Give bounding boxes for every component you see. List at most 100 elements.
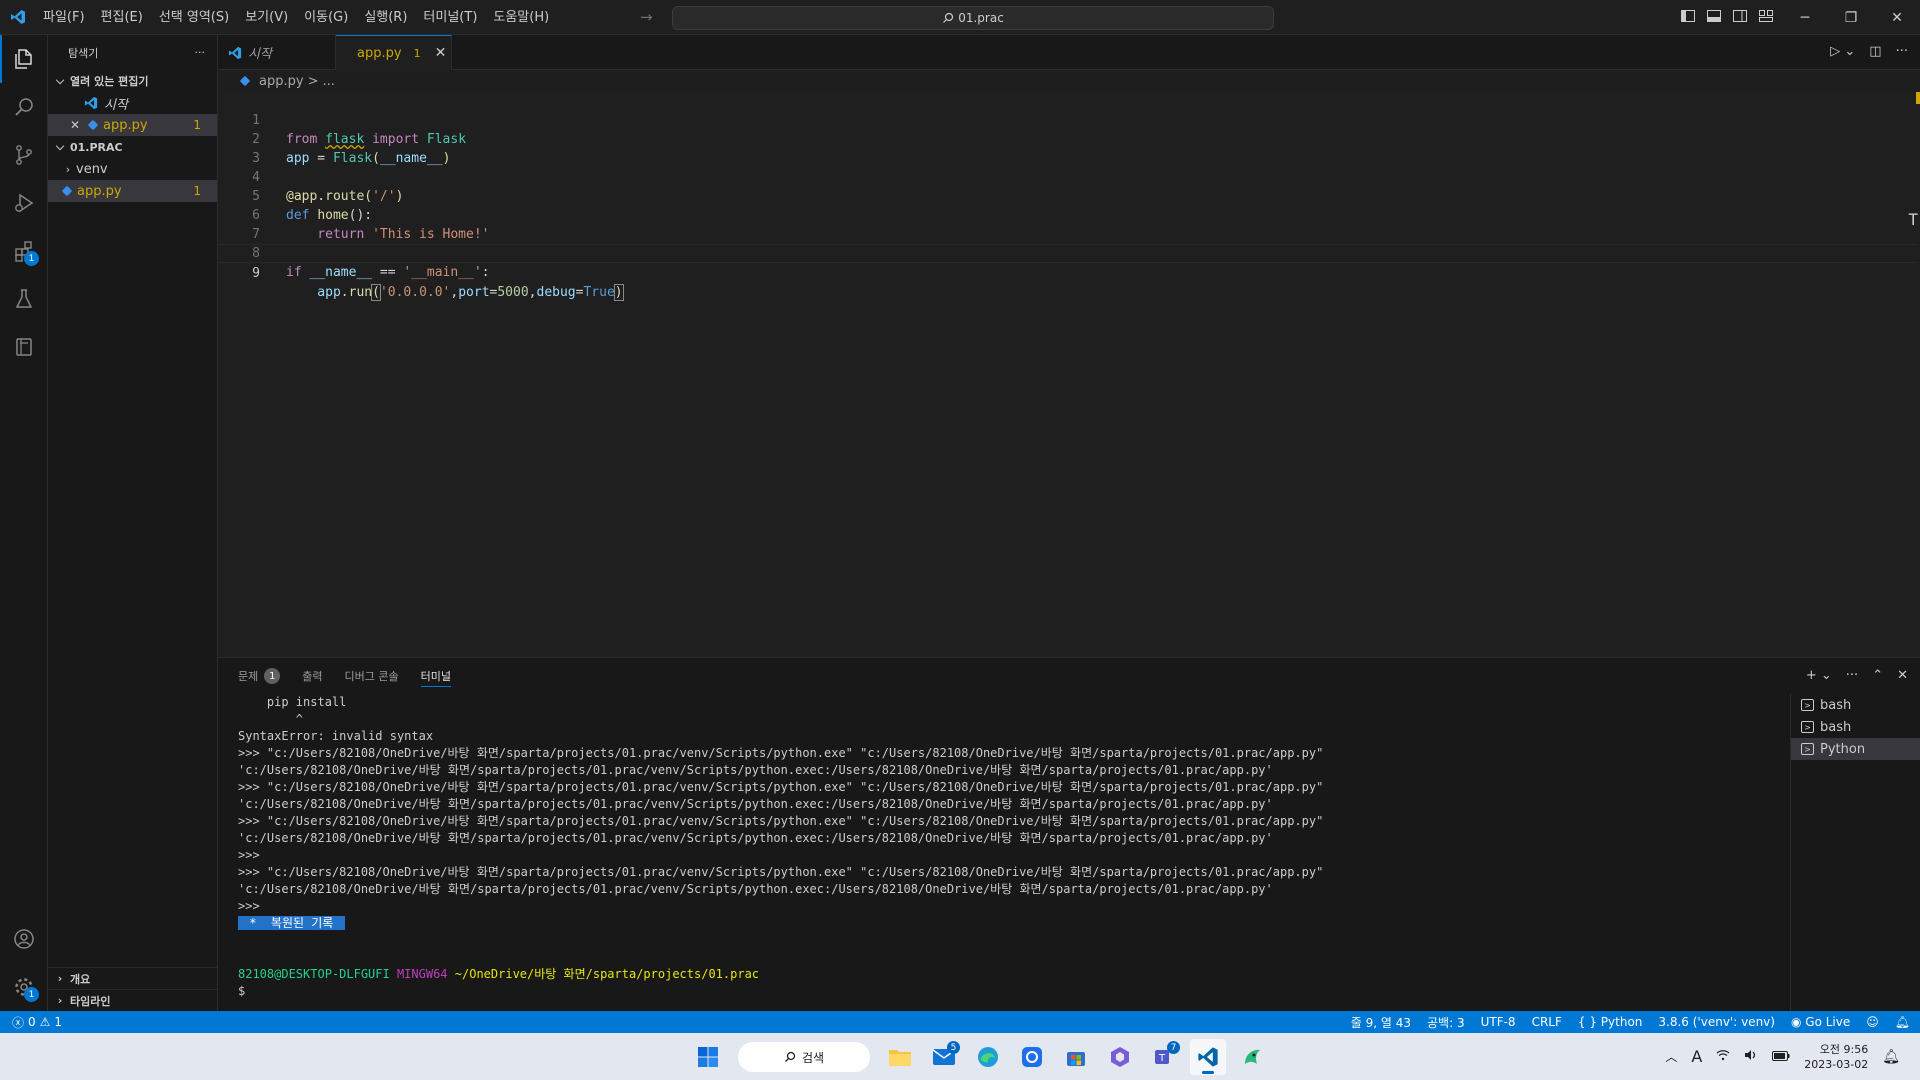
terminal-tab-bash-2[interactable]: > bash bbox=[1791, 716, 1920, 738]
indentation[interactable]: 공백: 3 bbox=[1427, 1014, 1465, 1031]
new-terminal-icon[interactable]: + ⌄ bbox=[1806, 668, 1832, 683]
copilot-icon[interactable] bbox=[1102, 1039, 1138, 1075]
status-bar-right: 줄 9, 열 43 공백: 3 UTF-8 CRLF { } Python 3.… bbox=[1351, 1014, 1910, 1031]
code-editor[interactable]: 1 from flask import Flask 2 app = Flask(… bbox=[218, 92, 1920, 657]
breadcrumb-file[interactable]: app.py bbox=[259, 74, 304, 89]
panel-actions: + ⌄ ··· ⌃ ✕ bbox=[1806, 668, 1908, 683]
mail-icon[interactable]: 5 bbox=[926, 1039, 962, 1075]
microsoft-store-icon[interactable] bbox=[1058, 1039, 1094, 1075]
edge-browser-icon[interactable] bbox=[970, 1039, 1006, 1075]
tab-start[interactable]: 시작 bbox=[218, 35, 336, 70]
edge-dev-icon[interactable] bbox=[1014, 1039, 1050, 1075]
menu-help[interactable]: 도움말(H) bbox=[485, 0, 557, 35]
braces-icon: { } bbox=[1577, 1015, 1597, 1029]
tab-debug-console[interactable]: 디버그 콘솔 bbox=[345, 665, 399, 687]
terminal-input-line[interactable]: $ bbox=[238, 983, 1788, 1000]
python-file-icon bbox=[87, 119, 99, 131]
notification-center-icon[interactable]: 🔔︎ bbox=[1882, 1049, 1900, 1065]
tree-item-venv[interactable]: › venv bbox=[48, 158, 217, 180]
customize-layout-icon[interactable] bbox=[1758, 8, 1774, 24]
git-kraken-icon[interactable] bbox=[1234, 1039, 1270, 1075]
vscode-taskbar-icon[interactable] bbox=[1190, 1039, 1226, 1075]
tray-overflow-chevron-icon[interactable]: ︿ bbox=[1665, 1048, 1677, 1065]
tab-app-py[interactable]: app.py 1 ✕ bbox=[336, 35, 452, 70]
explorer-icon[interactable] bbox=[0, 35, 48, 83]
problem-count-badge: 1 bbox=[193, 184, 201, 198]
minimize-icon[interactable]: ─ bbox=[1782, 0, 1828, 35]
testing-icon[interactable] bbox=[0, 275, 48, 323]
clock[interactable]: 오전 9:56 2023-03-02 bbox=[1804, 1042, 1868, 1072]
tab-label: 터미널 bbox=[420, 669, 451, 683]
command-center[interactable]: 01.prac bbox=[672, 6, 1274, 30]
battery-icon[interactable] bbox=[1772, 1050, 1790, 1064]
toggle-panel-icon[interactable] bbox=[1706, 8, 1722, 24]
open-editor-item-app-py[interactable]: ✕ app.py 1 bbox=[48, 114, 217, 136]
menu-go[interactable]: 이동(G) bbox=[296, 0, 356, 35]
more-actions-icon[interactable]: ··· bbox=[1896, 44, 1908, 59]
folder-section[interactable]: ⌵ 01.PRAC bbox=[48, 136, 217, 158]
go-live-button[interactable]: ◉ Go Live bbox=[1791, 1015, 1850, 1029]
ime-indicator[interactable]: A bbox=[1691, 1047, 1702, 1066]
menu-selection[interactable]: 선택 영역(S) bbox=[151, 0, 237, 35]
remote-explorer-icon[interactable] bbox=[0, 323, 48, 371]
timeline-section[interactable]: › 타임라인 bbox=[48, 989, 218, 1011]
taskbar-search-label: 검색 bbox=[801, 1050, 825, 1065]
python-interpreter[interactable]: 3.8.6 ('venv': venv) bbox=[1658, 1015, 1775, 1029]
end-of-line[interactable]: CRLF bbox=[1532, 1015, 1562, 1029]
more-actions-icon[interactable]: ··· bbox=[195, 46, 206, 59]
start-windows-icon[interactable] bbox=[690, 1039, 726, 1075]
code-line-9: 9 app.run('0.0.0.0',port=5000,debug=True… bbox=[218, 244, 1918, 301]
source-control-icon[interactable] bbox=[0, 131, 48, 179]
language-mode[interactable]: { } Python bbox=[1578, 1015, 1643, 1029]
tab-terminal[interactable]: 터미널 bbox=[420, 665, 451, 687]
file-explorer-icon[interactable] bbox=[882, 1039, 918, 1075]
menu-run[interactable]: 실행(R) bbox=[356, 0, 415, 35]
accounts-icon[interactable] bbox=[0, 915, 48, 963]
problems-status[interactable]: ⓧ 0 ⚠ 1 bbox=[0, 1014, 62, 1031]
tab-problems[interactable]: 문제 1 bbox=[238, 665, 281, 687]
feedback-icon[interactable]: ☺ bbox=[1866, 1015, 1879, 1029]
menu-terminal[interactable]: 터미널(T) bbox=[415, 0, 485, 35]
terminal-tab-python[interactable]: > Python bbox=[1791, 738, 1920, 760]
menu-edit[interactable]: 편집(E) bbox=[93, 0, 151, 35]
tree-item-app-py[interactable]: app.py 1 bbox=[48, 180, 217, 202]
navigate-forward-icon[interactable]: → bbox=[640, 8, 653, 26]
menu-view[interactable]: 보기(V) bbox=[237, 0, 296, 35]
restore-icon[interactable]: ❐ bbox=[1828, 0, 1874, 35]
tree-item-label: venv bbox=[76, 161, 108, 177]
menu-file[interactable]: 파일(F) bbox=[35, 0, 93, 35]
close-panel-icon[interactable]: ✕ bbox=[1897, 668, 1908, 683]
close-window-icon[interactable]: ✕ bbox=[1874, 0, 1920, 35]
toggle-secondary-sidebar-icon[interactable] bbox=[1732, 8, 1748, 24]
problems-count-badge: 1 bbox=[264, 668, 281, 684]
close-icon[interactable]: ✕ bbox=[70, 118, 84, 132]
toggle-sidebar-icon[interactable] bbox=[1680, 8, 1696, 24]
taskbar-search[interactable]: 검색 bbox=[738, 1042, 870, 1072]
settings-gear-icon[interactable]: 1 bbox=[0, 963, 48, 1011]
breadcrumb-symbol[interactable]: ... bbox=[322, 74, 334, 89]
clock-date: 2023-03-02 bbox=[1804, 1057, 1869, 1071]
split-editor-icon[interactable]: ◫ bbox=[1869, 44, 1881, 59]
tab-output[interactable]: 출력 bbox=[302, 665, 322, 687]
teams-icon[interactable]: T 7 bbox=[1146, 1039, 1182, 1075]
run-debug-icon[interactable] bbox=[0, 179, 48, 227]
notifications-bell-icon[interactable]: 🔔︎ bbox=[1895, 1015, 1910, 1029]
encoding[interactable]: UTF-8 bbox=[1481, 1015, 1516, 1029]
wifi-icon[interactable] bbox=[1716, 1049, 1730, 1064]
terminal-tab-bash-1[interactable]: > bash bbox=[1791, 694, 1920, 716]
outline-section[interactable]: › 개요 bbox=[48, 967, 218, 989]
maximize-panel-icon[interactable]: ⌃ bbox=[1872, 668, 1883, 683]
open-editor-item-start[interactable]: 시작 bbox=[48, 92, 217, 114]
run-python-file-icon[interactable]: ▷ ⌄ bbox=[1830, 44, 1855, 59]
cursor-position[interactable]: 줄 9, 열 43 bbox=[1351, 1014, 1411, 1031]
search-view-icon[interactable] bbox=[0, 83, 48, 131]
clock-time: 오전 9:56 bbox=[1819, 1042, 1869, 1056]
extensions-icon[interactable]: 1 bbox=[0, 227, 48, 275]
open-editors-section[interactable]: ⌵ 열려 있는 편집기 bbox=[48, 70, 217, 92]
more-actions-icon[interactable]: ··· bbox=[1846, 668, 1858, 683]
error-count: 0 bbox=[28, 1015, 36, 1029]
volume-icon[interactable] bbox=[1744, 1049, 1758, 1064]
close-icon[interactable]: ✕ bbox=[435, 45, 447, 61]
terminal-output[interactable]: pip install ^ SyntaxError: invalid synta… bbox=[238, 694, 1788, 1012]
code-line-7: 7 bbox=[218, 206, 1918, 242]
